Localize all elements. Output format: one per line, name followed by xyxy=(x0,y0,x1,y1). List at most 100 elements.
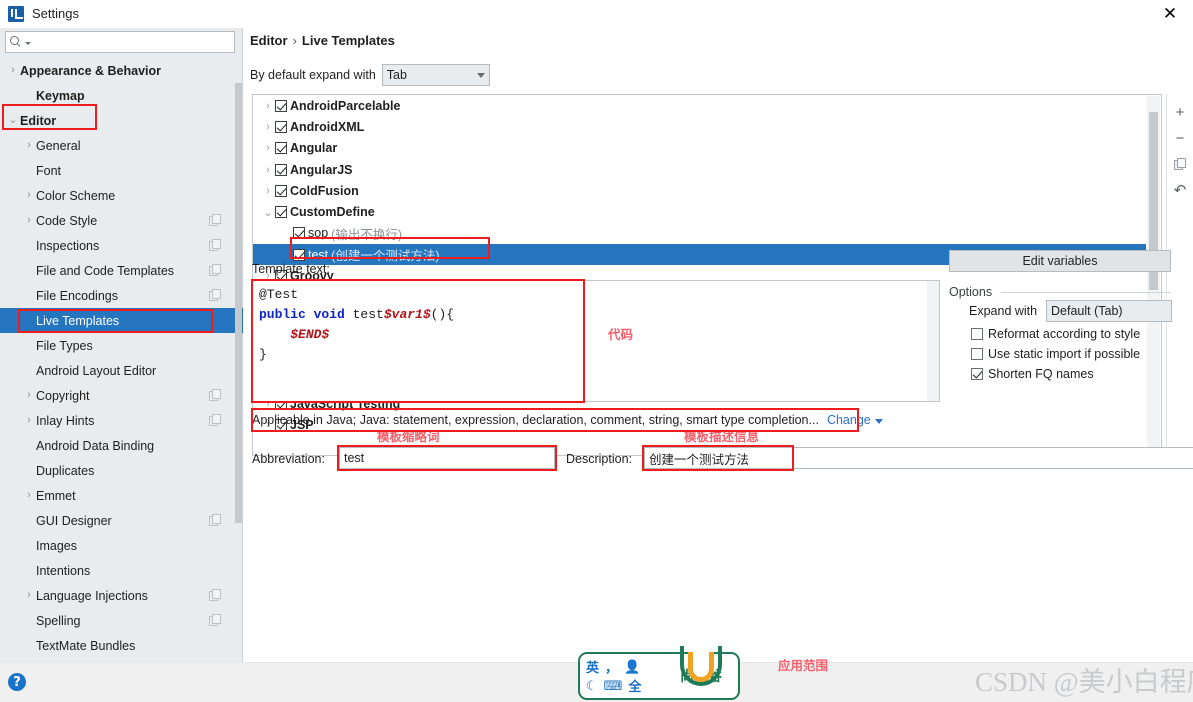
chevron-right-icon[interactable]: › xyxy=(261,164,275,176)
checkbox-icon[interactable] xyxy=(275,142,287,155)
sidebar-item-duplicates[interactable]: ›Duplicates xyxy=(0,458,236,483)
template-row[interactable]: › AndroidParcelable xyxy=(253,95,1146,116)
checkbox-icon[interactable] xyxy=(275,184,287,197)
chevron-down-icon xyxy=(874,419,883,424)
ime-punctuation-label[interactable]: ， xyxy=(605,657,618,676)
chevron-right-icon[interactable]: › xyxy=(261,185,275,197)
chevron-right-icon[interactable]: › xyxy=(22,190,36,201)
ime-width-mode-label[interactable]: 全 xyxy=(628,676,641,695)
search-input[interactable] xyxy=(31,34,221,50)
sidebar-item-android-layout-editor[interactable]: ›Android Layout Editor xyxy=(0,358,236,383)
option-reformat-according-to-style[interactable]: Reformat according to style xyxy=(971,327,1140,341)
breadcrumb-separator: › xyxy=(292,33,297,48)
help-icon[interactable]: ? xyxy=(8,673,26,691)
applicable-context-text: Applicable in Java; Java: statement, exp… xyxy=(252,413,819,427)
sidebar-item-live-templates[interactable]: ›Live Templates xyxy=(0,308,243,333)
user-icon[interactable]: 👤 xyxy=(624,659,640,675)
template-text-editor[interactable]: @Test public void test$var1$(){ $END$ } xyxy=(252,280,940,402)
moon-icon[interactable]: ☾ xyxy=(586,678,598,694)
chevron-right-icon[interactable]: › xyxy=(261,100,275,112)
sidebar-item-appearance-behavior[interactable]: › Appearance & Behavior xyxy=(0,58,236,83)
sidebar-item-gui-designer[interactable]: ›GUI Designer xyxy=(0,508,236,533)
editor-scrollbar[interactable] xyxy=(927,281,939,401)
chevron-right-icon[interactable]: › xyxy=(6,65,20,76)
change-context-link[interactable]: Change xyxy=(827,413,883,427)
description-input[interactable] xyxy=(644,447,1193,469)
chevron-right-icon[interactable]: › xyxy=(261,121,275,133)
sidebar-scrollbar-thumb[interactable] xyxy=(235,83,242,523)
template-row[interactable]: › ColdFusion xyxy=(253,180,1146,201)
default-expand-select[interactable]: Tab xyxy=(381,64,490,86)
edit-variables-button[interactable]: Edit variables xyxy=(949,250,1171,272)
sidebar-item-file-and-code-templates[interactable]: ›File and Code Templates xyxy=(0,258,236,283)
sidebar-item-language-injections[interactable]: › Language Injections xyxy=(0,583,236,608)
checkbox-icon[interactable] xyxy=(275,120,287,133)
ime-mode-label[interactable]: 英 xyxy=(586,657,599,676)
chevron-right-icon[interactable]: › xyxy=(22,390,36,401)
chevron-down-icon[interactable]: ⌄ xyxy=(6,115,20,126)
sidebar-item-copyright[interactable]: › Copyright xyxy=(0,383,236,408)
sidebar-item-label: Color Scheme xyxy=(36,188,116,203)
settings-dialog: Settings ✕ ›Appearance & Behavior›Keymap… xyxy=(0,0,1193,702)
chevron-right-icon[interactable]: › xyxy=(261,142,275,154)
abbreviation-input[interactable] xyxy=(339,447,555,469)
template-name: CustomDefine xyxy=(290,205,375,220)
revert-template-button[interactable]: ↶ xyxy=(1168,177,1192,203)
remove-template-button[interactable]: − xyxy=(1168,125,1192,151)
chevron-right-icon[interactable]: › xyxy=(22,415,36,426)
code-line-4: } xyxy=(259,347,267,362)
sidebar-item-spelling[interactable]: ›Spelling xyxy=(0,608,236,633)
template-row[interactable]: › Angular xyxy=(253,138,1146,159)
sidebar-item-font[interactable]: ›Font xyxy=(0,158,236,183)
sidebar-item-general[interactable]: › General xyxy=(0,133,236,158)
breadcrumb-parent[interactable]: Editor xyxy=(250,33,288,48)
sidebar-item-keymap[interactable]: ›Keymap xyxy=(0,83,236,108)
expand-with-select[interactable]: Default (Tab) xyxy=(1046,300,1172,322)
sidebar-item-code-style[interactable]: › Code Style xyxy=(0,208,236,233)
sidebar-item-images[interactable]: ›Images xyxy=(0,533,236,558)
code-line-2-mid: test xyxy=(344,307,384,322)
sidebar-item-color-scheme[interactable]: › Color Scheme xyxy=(0,183,236,208)
chevron-down-icon[interactable]: ⌄ xyxy=(261,206,275,219)
templates-scrollbar[interactable] xyxy=(1147,96,1160,455)
add-template-button[interactable]: + xyxy=(1168,99,1192,125)
sidebar-item-file-types[interactable]: ›File Types xyxy=(0,333,236,358)
keyboard-icon[interactable]: ⌨ xyxy=(604,678,623,694)
checkbox-icon[interactable] xyxy=(971,368,983,380)
sidebar-item-android-data-binding[interactable]: ›Android Data Binding xyxy=(0,433,236,458)
sidebar-item-textmate-bundles[interactable]: ›TextMate Bundles xyxy=(0,633,236,658)
checkbox-icon[interactable] xyxy=(275,99,287,112)
template-name: AndroidParcelable xyxy=(290,98,401,113)
chevron-right-icon[interactable]: › xyxy=(22,490,36,501)
template-row[interactable]: › AngularJS xyxy=(253,159,1146,180)
option-use-static-import[interactable]: Use static import if possible xyxy=(971,347,1140,361)
template-row[interactable]: ›sop(输出不换行) xyxy=(253,223,1146,244)
checkbox-icon[interactable] xyxy=(275,163,287,176)
checkbox-icon[interactable] xyxy=(971,328,983,340)
sidebar-item-emmet[interactable]: › Emmet xyxy=(0,483,236,508)
ime-status-bar[interactable]: 英 ， 👤 ☾ ⌨ 全 尚硅谷 xyxy=(578,646,740,700)
code-variable-end: $END$ xyxy=(290,327,330,342)
checkbox-icon[interactable] xyxy=(971,348,983,360)
close-icon[interactable]: ✕ xyxy=(1147,0,1193,28)
sidebar-item-editor[interactable]: ⌄ Editor xyxy=(0,108,236,133)
duplicate-template-button[interactable] xyxy=(1168,151,1192,177)
sidebar-item-file-encodings[interactable]: ›File Encodings xyxy=(0,283,236,308)
chevron-right-icon[interactable]: › xyxy=(22,215,36,226)
template-row[interactable]: › AndroidXML xyxy=(253,116,1146,137)
checkbox-icon[interactable] xyxy=(293,248,305,261)
sidebar-scrollbar[interactable] xyxy=(235,58,242,658)
sidebar-item-inlay-hints[interactable]: › Inlay Hints xyxy=(0,408,236,433)
template-row[interactable]: ⌄ CustomDefine xyxy=(253,201,1146,222)
sidebar-search-box[interactable] xyxy=(5,31,235,53)
checkbox-icon[interactable] xyxy=(293,227,305,240)
copy-icon xyxy=(209,289,221,301)
option-shorten-fq-names[interactable]: Shorten FQ names xyxy=(971,367,1094,381)
chevron-right-icon[interactable]: › xyxy=(22,590,36,601)
checkbox-icon[interactable] xyxy=(275,206,287,219)
sidebar-item-inspections[interactable]: ›Inspections xyxy=(0,233,236,258)
logo-u-icon xyxy=(688,652,714,682)
sidebar-item-intentions[interactable]: ›Intentions xyxy=(0,558,236,583)
ime-row-bottom: ☾ ⌨ 全 xyxy=(586,676,664,695)
chevron-right-icon[interactable]: › xyxy=(22,140,36,151)
